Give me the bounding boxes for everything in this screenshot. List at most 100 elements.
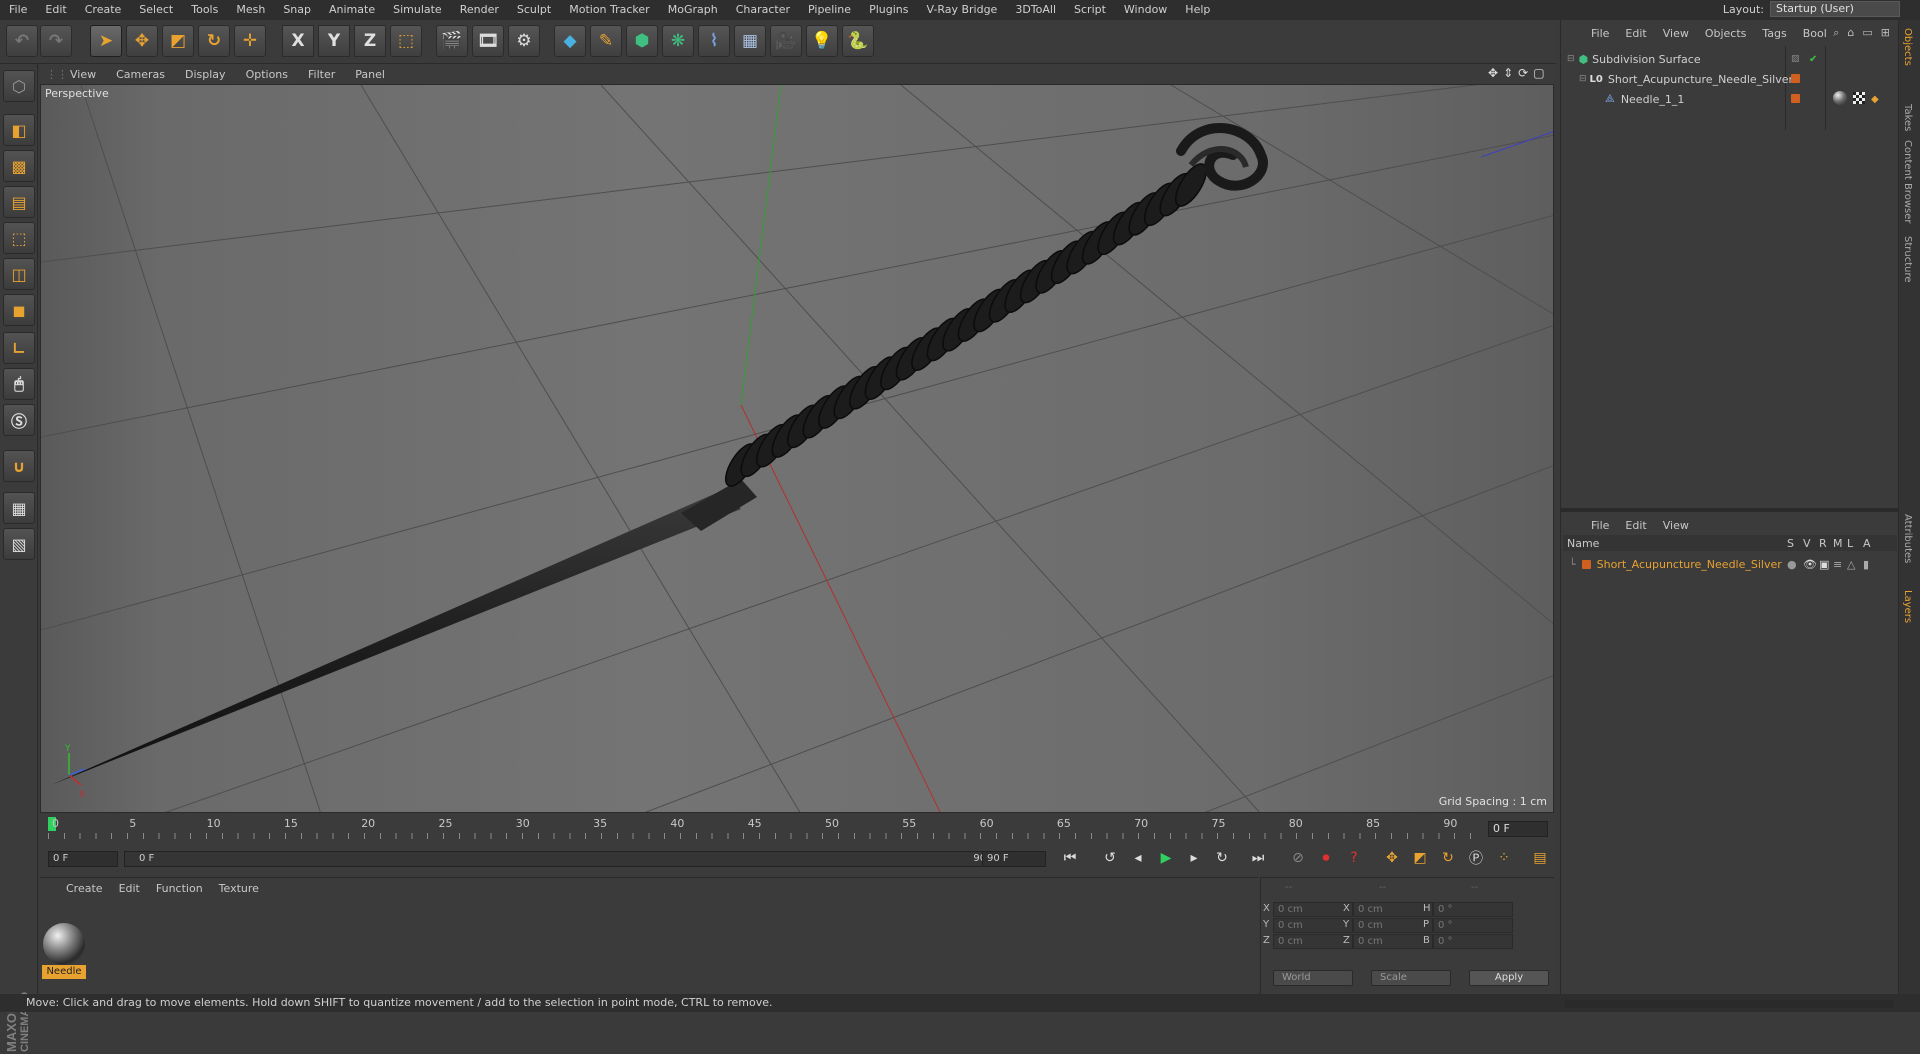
menu-v-ray-bridge[interactable]: V-Ray Bridge — [917, 0, 1006, 20]
object-name[interactable]: Subdivision Surface — [1592, 53, 1700, 66]
model-mode-icon[interactable]: ◧ — [3, 114, 35, 146]
key-pla-icon[interactable]: ⁘ — [1492, 847, 1516, 869]
axis-y-lock-button[interactable]: Y — [318, 25, 350, 57]
live-selection-icon[interactable]: ➤ — [90, 25, 122, 57]
coord-rotation-field[interactable]: 0 ° — [1433, 902, 1513, 917]
menu-3dtoall[interactable]: 3DToAll — [1006, 0, 1065, 20]
layer-column-a[interactable]: A — [1863, 537, 1871, 550]
scale-tool-icon[interactable]: ◩ — [162, 25, 194, 57]
previous-frame-icon[interactable]: ◂ — [1126, 847, 1150, 869]
workplane-lock-icon[interactable]: ▦ — [3, 492, 35, 524]
deformer-bend-icon[interactable]: ⌇ — [698, 25, 730, 57]
workplane-mode-icon[interactable]: ▤ — [3, 186, 35, 218]
object-menu-bool[interactable]: Bool — [1795, 27, 1835, 40]
next-key-icon[interactable]: ↻ — [1210, 847, 1234, 869]
frame-ruler[interactable]: 0 5 10 15 20 25 30 35 40 45 50 55 60 65 70 75 80 85 90 — [48, 817, 1480, 839]
coordinate-mode-dropdown[interactable]: World — [1273, 970, 1353, 986]
menu-character[interactable]: Character — [727, 0, 799, 20]
edges-mode-icon[interactable]: ◫ — [3, 258, 35, 290]
object-row-needle-mesh[interactable]: ⟁ Needle_1_1 ◆ — [1563, 90, 1897, 108]
menu-script[interactable]: Script — [1065, 0, 1115, 20]
layer-name[interactable]: Short_Acupuncture_Needle_Silver — [1597, 558, 1782, 571]
viewport-menu-cameras[interactable]: Cameras — [106, 68, 175, 81]
enabled-check-icon[interactable]: ✔ — [1809, 54, 1817, 65]
transform-tool-icon[interactable]: ✛ — [234, 25, 266, 57]
coord-position-field[interactable]: 0 cm — [1273, 918, 1353, 933]
layer-color-icon[interactable] — [1581, 559, 1591, 569]
redo-icon[interactable]: ↷ — [40, 25, 72, 57]
menu-help[interactable]: Help — [1176, 0, 1219, 20]
toggle-view-icon[interactable]: ▢ — [1533, 66, 1544, 80]
subdivision-generator-icon[interactable]: ⬢ — [626, 25, 658, 57]
collapse-icon[interactable]: ⊟ — [1579, 74, 1587, 84]
next-frame-icon[interactable]: ▸ — [1182, 847, 1206, 869]
start-frame-field[interactable]: 0 F — [48, 851, 118, 867]
move-view-icon[interactable]: ✥ — [1488, 66, 1498, 80]
needle-model[interactable] — [51, 123, 1268, 785]
material-menu-function[interactable]: Function — [148, 882, 211, 895]
pen-spline-icon[interactable]: ✎ — [590, 25, 622, 57]
menu-tools[interactable]: Tools — [182, 0, 227, 20]
cube-primitive-icon[interactable]: ◆ — [554, 25, 586, 57]
layer-column-s[interactable]: S — [1787, 537, 1794, 550]
light-icon[interactable]: 💡 — [806, 25, 838, 57]
material-tag-icon[interactable] — [1833, 91, 1847, 105]
polygons-mode-icon[interactable]: ◼ — [3, 294, 35, 326]
coord-size-field[interactable]: 0 cm — [1353, 918, 1433, 933]
rotate-tool-icon[interactable]: ↻ — [198, 25, 230, 57]
texture-mode-icon[interactable]: ▩ — [3, 150, 35, 182]
side-tab-structure[interactable]: Structure — [1902, 236, 1913, 283]
material-name[interactable]: Needle — [42, 965, 86, 979]
add-panel-icon[interactable]: ⊞ — [1881, 26, 1890, 40]
camera-icon[interactable]: 🎥 — [770, 25, 802, 57]
transform-mode-dropdown[interactable]: Scale — [1371, 970, 1451, 986]
new-view-icon[interactable]: ▭ — [1862, 26, 1872, 40]
undo-icon[interactable]: ↶ — [6, 25, 38, 57]
python-icon[interactable]: 🐍 — [842, 25, 874, 57]
manager-icon[interactable]: ≡ — [1833, 558, 1842, 571]
object-menu-tags[interactable]: Tags — [1754, 27, 1794, 40]
record-keys-icon[interactable]: ⊘ — [1286, 847, 1310, 869]
selection-tag-icon[interactable]: ◆ — [1871, 94, 1879, 105]
layer-row[interactable]: └ Short_Acupuncture_Needle_Silver ● 👁 ▣ … — [1563, 555, 1897, 573]
timeline-ruler[interactable]: 0 5 10 15 20 25 30 35 40 45 50 55 60 65 70 75 80 85 90 0 F — [40, 813, 1554, 851]
home-icon[interactable]: ⌂ — [1847, 26, 1854, 40]
tweak-mode-icon[interactable]: 🖱 — [3, 368, 35, 400]
visible-render-icon[interactable]: ▣ — [1819, 558, 1829, 571]
rotate-view-icon[interactable]: ⟳ — [1518, 66, 1528, 80]
axis-x-lock-button[interactable]: X — [282, 25, 314, 57]
menu-mograph[interactable]: MoGraph — [659, 0, 727, 20]
make-editable-icon[interactable]: ⬡ — [3, 70, 35, 102]
coord-rotation-field[interactable]: 0 ° — [1433, 918, 1513, 933]
menu-select[interactable]: Select — [130, 0, 182, 20]
locked-icon[interactable]: △ — [1847, 558, 1855, 571]
previous-key-icon[interactable]: ↺ — [1098, 847, 1122, 869]
snapping-icon[interactable]: Ⓢ — [3, 404, 35, 436]
3d-viewport[interactable]: Y X Perspective Grid Spacing : 1 cm — [40, 84, 1554, 813]
viewport-menu-options[interactable]: Options — [236, 68, 298, 81]
material-menu-texture[interactable]: Texture — [211, 882, 267, 895]
horizontal-scrollbar[interactable] — [1564, 1000, 1894, 1008]
menu-motion-tracker[interactable]: Motion Tracker — [560, 0, 658, 20]
object-menu-view[interactable]: View — [1655, 27, 1697, 40]
axis-z-lock-button[interactable]: Z — [354, 25, 386, 57]
apply-button[interactable]: Apply — [1469, 970, 1549, 986]
coord-position-field[interactable]: 0 cm — [1273, 934, 1353, 949]
axis-mode-icon[interactable]: ∟ — [3, 332, 35, 364]
material-needle[interactable]: Needle — [40, 898, 90, 979]
side-tab-objects[interactable]: Objects — [1902, 28, 1913, 66]
render-view-icon[interactable]: 🎬 — [436, 25, 468, 57]
coord-rotation-field[interactable]: 0 ° — [1433, 934, 1513, 949]
object-menu-edit[interactable]: Edit — [1617, 27, 1654, 40]
layer-menu-file[interactable]: File — [1583, 519, 1617, 532]
menu-animate[interactable]: Animate — [320, 0, 384, 20]
layer-color-icon[interactable] — [1791, 74, 1800, 83]
animation-icon[interactable]: ▮ — [1863, 558, 1869, 571]
side-tab-content-browser[interactable]: Content Browser — [1902, 140, 1913, 223]
visible-editor-icon[interactable]: 👁 — [1803, 558, 1817, 571]
viewport-menu-display[interactable]: Display — [175, 68, 236, 81]
mograph-cloner-icon[interactable]: ❋ — [662, 25, 694, 57]
solo-icon[interactable]: ● — [1787, 558, 1797, 571]
menu-mesh[interactable]: Mesh — [227, 0, 274, 20]
menu-pipeline[interactable]: Pipeline — [799, 0, 860, 20]
